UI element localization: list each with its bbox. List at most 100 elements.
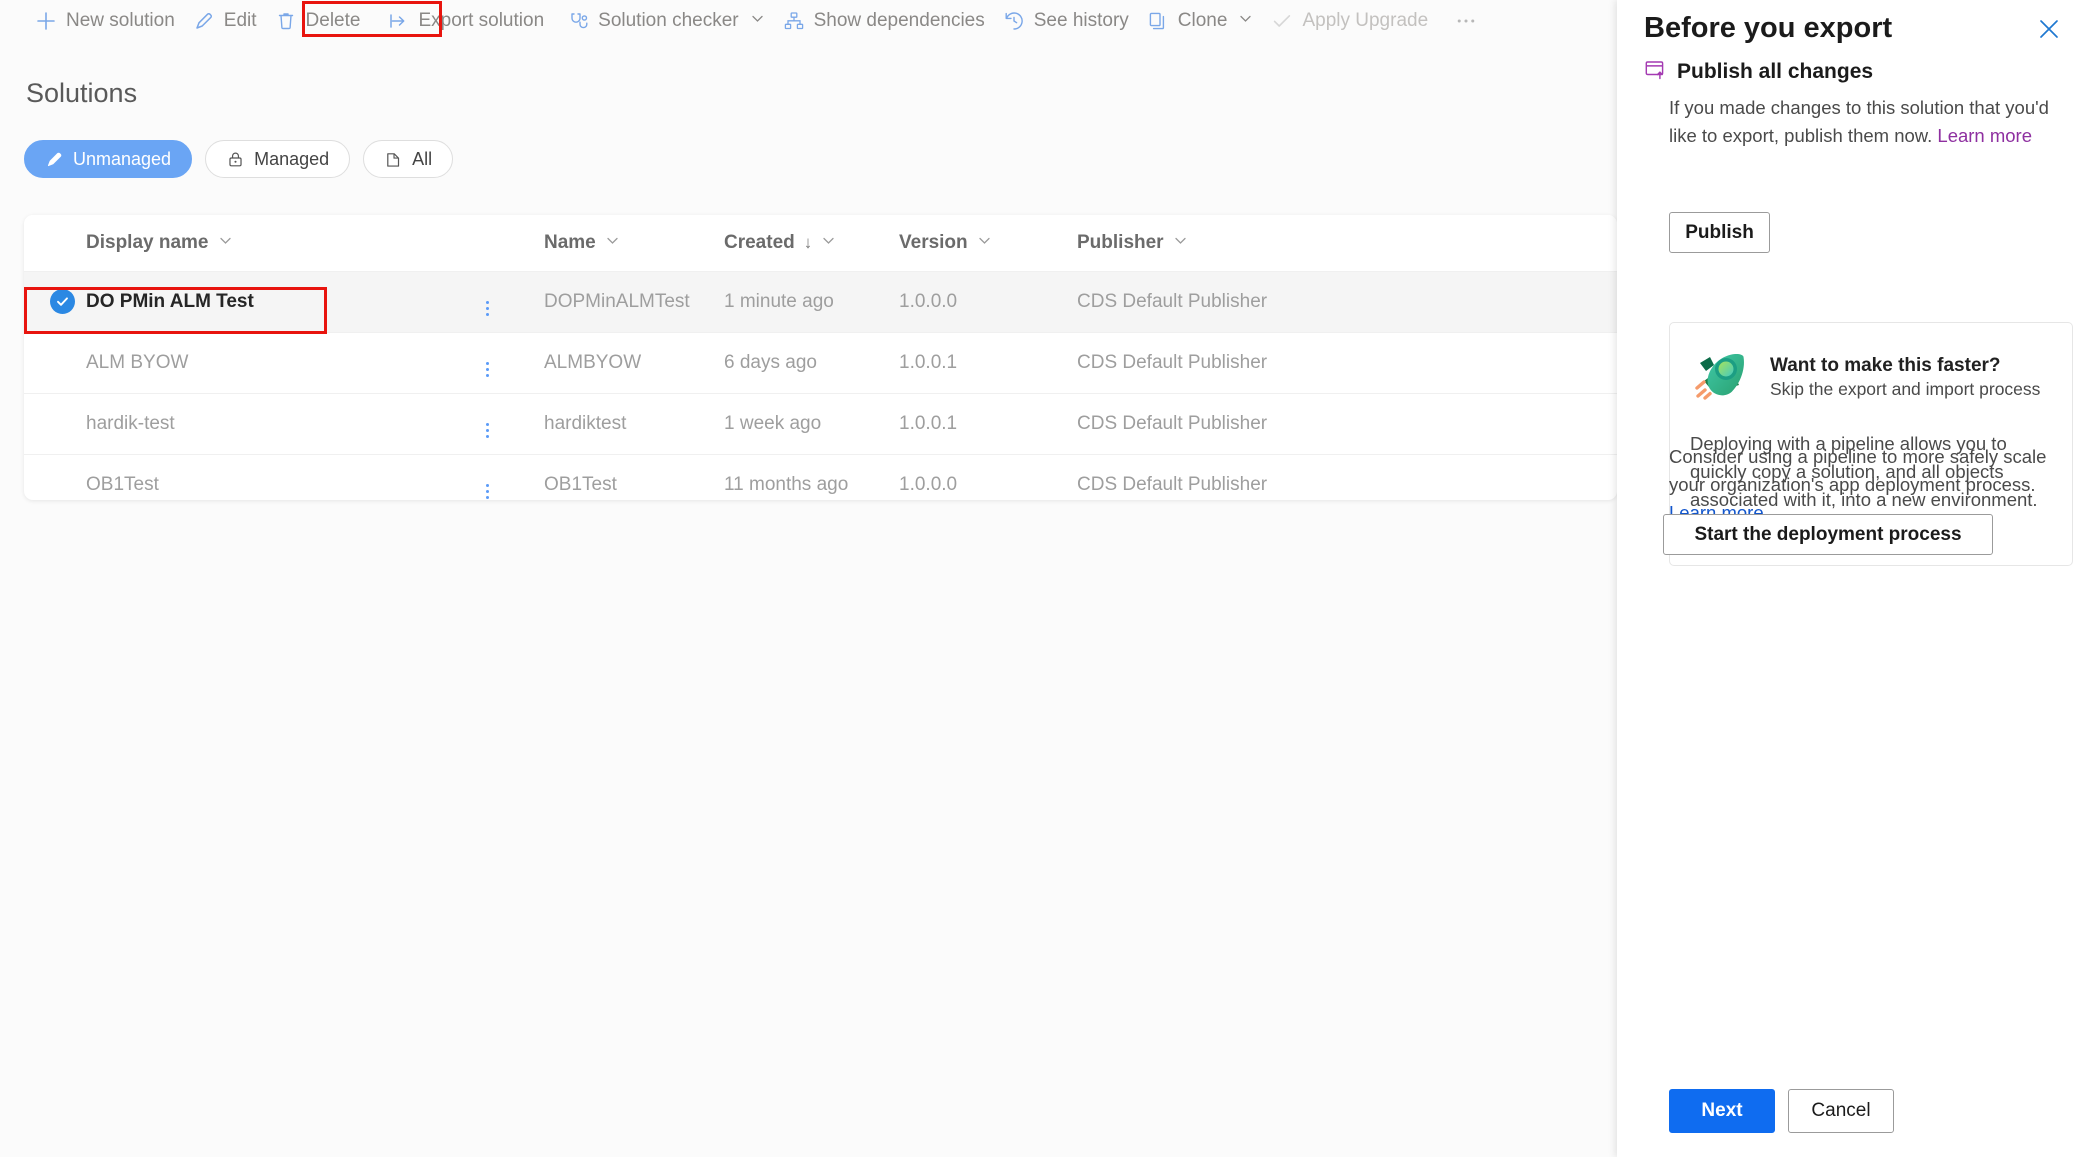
lock-icon xyxy=(226,150,245,169)
filter-pill-unmanaged-label: Unmanaged xyxy=(73,148,172,169)
row-checkbox-cell[interactable] xyxy=(24,454,86,500)
delete-label: Delete xyxy=(305,10,361,31)
filter-pill-managed[interactable]: Managed xyxy=(205,140,351,178)
cell-publisher: CDS Default Publisher xyxy=(1077,290,1268,312)
pipeline-subheading: Skip the export and import process xyxy=(1770,379,2041,399)
start-deployment-process-button[interactable]: Start the deployment process xyxy=(1663,514,1993,555)
chevron-down-icon xyxy=(605,232,620,254)
clone-command[interactable]: Clone xyxy=(1138,0,1263,42)
publish-button[interactable]: Publish xyxy=(1669,212,1770,253)
pipeline-heading: Want to make this faster? xyxy=(1770,355,2001,376)
apply-upgrade-command: Apply Upgrade xyxy=(1262,0,1437,42)
row-checkbox-checked-icon[interactable] xyxy=(50,289,75,314)
row-checkbox-cell[interactable] xyxy=(24,332,86,393)
chevron-down-icon xyxy=(1238,10,1253,32)
cell-name: OB1Test xyxy=(544,473,617,495)
export-solution-command[interactable]: Export solution xyxy=(373,0,558,42)
cell-created: 1 minute ago xyxy=(724,290,834,312)
clone-label: Clone xyxy=(1177,10,1228,31)
row-actions-cell[interactable] xyxy=(486,271,544,332)
cell-created: 6 days ago xyxy=(724,351,817,373)
next-button[interactable]: Next xyxy=(1669,1089,1775,1133)
filter-pill-group: Unmanaged Managed All xyxy=(24,140,454,178)
cell-name: hardiktest xyxy=(544,412,627,434)
publish-all-changes-heading: Publish all changes xyxy=(1644,58,1873,86)
filter-pill-managed-label: Managed xyxy=(254,148,330,169)
table-body: DO PMin ALM Test DOPMinALMTest 1 minute … xyxy=(24,271,1617,500)
show-dependencies-label: Show dependencies xyxy=(813,10,985,31)
checkmark-icon xyxy=(1271,10,1293,32)
filter-pill-unmanaged[interactable]: Unmanaged xyxy=(24,140,193,178)
stethoscope-icon xyxy=(567,10,589,32)
pencil-icon xyxy=(193,10,215,32)
new-solution-label: New solution xyxy=(66,10,175,31)
overflow-command[interactable] xyxy=(1437,0,1486,42)
apply-upgrade-label: Apply Upgrade xyxy=(1302,10,1429,31)
chevron-down-icon xyxy=(218,232,233,254)
filter-pill-all[interactable]: All xyxy=(363,140,454,178)
column-header-publisher[interactable]: Publisher xyxy=(1077,215,1617,271)
cell-created: 11 months ago xyxy=(724,473,849,495)
close-icon[interactable] xyxy=(2034,14,2064,44)
trash-icon xyxy=(275,10,297,32)
chevron-down-icon xyxy=(750,10,765,32)
row-actions-cell[interactable] xyxy=(486,332,544,393)
column-header-display-name[interactable]: Display name xyxy=(86,215,486,271)
filter-pill-all-label: All xyxy=(412,148,433,169)
see-history-label: See history xyxy=(1033,10,1129,31)
column-header-version[interactable]: Version xyxy=(899,215,1077,271)
cell-name: ALMBYOW xyxy=(544,351,642,373)
edit-label: Edit xyxy=(223,10,257,31)
column-header-name[interactable]: Name xyxy=(544,215,724,271)
column-header-name-label: Name xyxy=(544,231,596,253)
publish-icon xyxy=(1644,58,1667,86)
export-icon xyxy=(387,10,409,32)
pipeline-paragraph-2-text: Consider using a pipeline to more safely… xyxy=(1669,446,2047,495)
cell-display-name: OB1Test xyxy=(86,473,159,495)
hierarchy-icon xyxy=(783,10,805,32)
cell-created: 1 week ago xyxy=(724,412,822,434)
row-actions-header xyxy=(486,215,544,271)
delete-command[interactable]: Delete xyxy=(266,0,370,42)
copy-icon xyxy=(1147,10,1169,32)
cell-display-name: DO PMin ALM Test xyxy=(86,290,254,312)
column-header-version-label: Version xyxy=(899,231,968,253)
row-actions-cell[interactable] xyxy=(486,454,544,500)
cell-version: 1.0.0.0 xyxy=(899,290,958,312)
table-header: Display name Name Created ↓ Version Publ… xyxy=(24,215,1617,271)
publish-button-wrapper: Publish xyxy=(1669,212,1770,253)
show-dependencies-command[interactable]: Show dependencies xyxy=(774,0,994,42)
publish-all-changes-label: Publish all changes xyxy=(1677,60,1874,83)
new-solution-command[interactable]: New solution xyxy=(26,0,184,42)
solutions-table-card: Display name Name Created ↓ Version Publ… xyxy=(24,215,1617,500)
overflow-dots-icon xyxy=(1455,10,1477,32)
publish-learn-more-link[interactable]: Learn more xyxy=(1937,125,2032,146)
column-header-created-label: Created xyxy=(724,231,795,253)
plus-icon xyxy=(35,10,57,32)
row-checkbox-cell[interactable] xyxy=(24,271,86,332)
select-all-header[interactable] xyxy=(24,215,86,271)
chevron-down-icon xyxy=(977,232,992,254)
cell-display-name: hardik-test xyxy=(86,412,175,434)
table-row[interactable]: OB1Test OB1Test 11 months ago 1.0.0.0 CD… xyxy=(24,454,1617,500)
edit-command[interactable]: Edit xyxy=(184,0,266,42)
see-history-command[interactable]: See history xyxy=(994,0,1138,42)
column-header-created[interactable]: Created ↓ xyxy=(724,215,899,271)
publish-description: If you made changes to this solution tha… xyxy=(1669,94,2073,150)
row-actions-cell[interactable] xyxy=(486,393,544,454)
cancel-button[interactable]: Cancel xyxy=(1788,1089,1894,1133)
panel-footer: Next Cancel xyxy=(1669,1089,1894,1133)
table-row[interactable]: hardik-test hardiktest 1 week ago 1.0.0.… xyxy=(24,393,1617,454)
sort-descending-icon: ↓ xyxy=(803,232,813,252)
table-row[interactable]: ALM BYOW ALMBYOW 6 days ago 1.0.0.1 CDS … xyxy=(24,332,1617,393)
export-solution-label: Export solution xyxy=(418,10,545,31)
row-checkbox-cell[interactable] xyxy=(24,393,86,454)
before-you-export-panel: Before you export Publish all changes If… xyxy=(1617,0,2084,1157)
row-more-actions-icon xyxy=(486,300,489,316)
table-row[interactable]: DO PMin ALM Test DOPMinALMTest 1 minute … xyxy=(24,271,1617,332)
command-bar: New solution Edit Delete Export solution xyxy=(0,0,1617,42)
cell-version: 1.0.0.1 xyxy=(899,351,958,373)
cell-version: 1.0.0.0 xyxy=(899,473,958,495)
solution-checker-command[interactable]: Solution checker xyxy=(558,0,773,42)
solution-checker-label: Solution checker xyxy=(598,10,739,31)
